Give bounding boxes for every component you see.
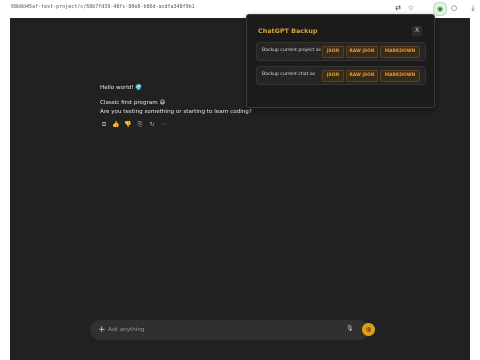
backup-project-label: Backup current project as — [262, 48, 321, 53]
thumbs-up-icon[interactable]: 👍 — [112, 121, 120, 129]
microphone-icon[interactable]: 🎙 — [346, 325, 354, 332]
project-raw-json-button[interactable]: RAW JSON — [346, 46, 378, 58]
voice-mode-button[interactable]: ◍ — [362, 323, 375, 336]
regenerate-icon[interactable]: ↻ — [148, 121, 156, 129]
close-button[interactable]: X — [412, 26, 422, 36]
chat-raw-json-button[interactable]: RAW JSON — [346, 70, 378, 82]
message-actions: ⧉ 👍 👎 ⎘ ↻ ⋯ — [100, 121, 168, 129]
backup-chat-row: Backup current chat as JSON RAW JSON MAR… — [256, 66, 426, 85]
translate-icon[interactable]: ⇄ — [393, 3, 403, 13]
program-text: Classic first program 😄 — [100, 100, 166, 106]
extension-icon[interactable]: ◉ — [433, 2, 447, 16]
composer: + 🎙 ◍ — [90, 320, 375, 340]
question-text: Are you testing something or starting to… — [100, 109, 252, 115]
left-bar — [0, 0, 10, 360]
more-icon[interactable]: ⋯ — [160, 121, 168, 129]
profile-icon[interactable]: ○ — [449, 3, 459, 13]
backup-project-row: Backup current project as JSON RAW JSON … — [256, 42, 426, 61]
backup-extension-popup: ChatGPT Backup X Backup current project … — [246, 14, 435, 108]
backup-chat-label: Backup current chat as — [262, 72, 316, 77]
chat-json-button[interactable]: JSON — [322, 70, 344, 82]
project-markdown-button[interactable]: MARKDOWN — [380, 46, 420, 58]
chat-markdown-button[interactable]: MARKDOWN — [380, 70, 420, 82]
bookmark-star-icon[interactable]: ☆ — [406, 3, 416, 13]
thumbs-down-icon[interactable]: 👎 — [124, 121, 132, 129]
popup-title: ChatGPT Backup — [258, 27, 318, 35]
ask-input[interactable] — [108, 325, 308, 335]
project-json-button[interactable]: JSON — [322, 46, 344, 58]
copy-icon[interactable]: ⧉ — [100, 121, 108, 129]
plus-icon[interactable]: + — [98, 324, 106, 336]
right-bar — [470, 0, 480, 360]
download-icon[interactable]: ⤓ — [468, 3, 478, 13]
greeting-text: Hello world! 🌍 — [100, 85, 143, 91]
share-icon[interactable]: ⎘ — [136, 121, 144, 129]
address-bar[interactable]: 68b8d45af-test-project/c/68b7fd39-48fc-8… — [11, 4, 195, 10]
